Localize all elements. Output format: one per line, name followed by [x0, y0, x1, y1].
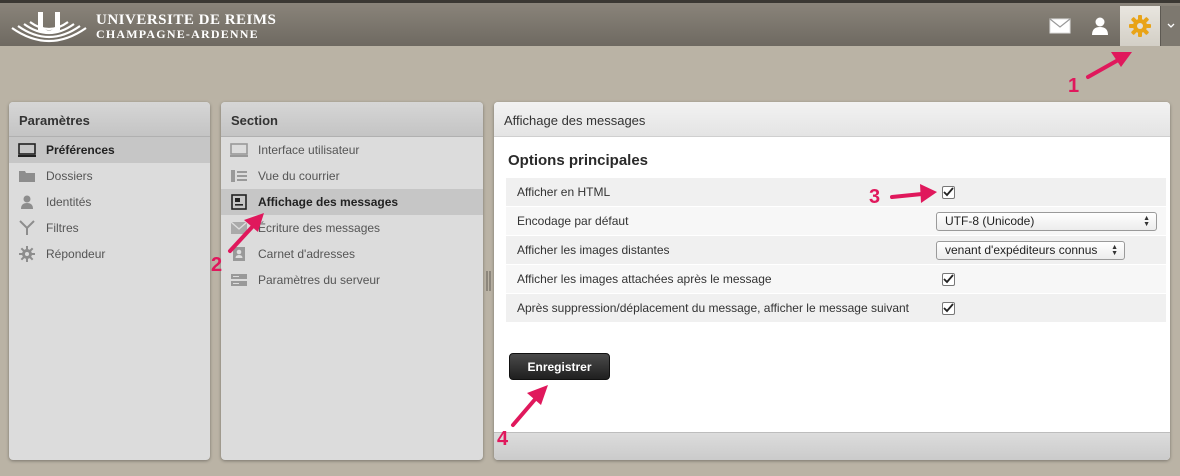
- callout-2: 2: [211, 254, 223, 276]
- annotation-arrowhead-1: [1111, 52, 1132, 67]
- folder-icon: [18, 168, 36, 184]
- checkmark-icon: [943, 187, 954, 197]
- callout-4: 4: [497, 428, 509, 450]
- option-row-next-message: Après suppression/déplacement du message…: [506, 294, 1166, 323]
- person-icon: [18, 194, 36, 210]
- remote-images-select-value: venant d'expéditeurs connus: [945, 243, 1098, 257]
- chevron-down-icon: [1167, 23, 1174, 28]
- option-row-html: Afficher en HTML: [506, 178, 1166, 207]
- settings-item-label: Préférences: [46, 143, 115, 157]
- option-checkbox-attached-images[interactable]: [942, 272, 955, 286]
- section-item-label: Carnet d'adresses: [258, 247, 356, 261]
- settings-item-label: Répondeur: [46, 247, 106, 261]
- content-panel-title: Affichage des messages: [494, 102, 1170, 137]
- settings-item-responder[interactable]: Répondeur: [9, 241, 210, 267]
- option-label: Encodage par défaut: [517, 214, 629, 228]
- content-panel-footer: [494, 432, 1170, 460]
- settings-panel: Paramètres Préférences Dossiers Identité…: [9, 102, 210, 460]
- section-item-label: Affichage des messages: [258, 195, 399, 209]
- section-item-label: Interface utilisateur: [258, 143, 360, 157]
- header-menu-button[interactable]: [1160, 6, 1180, 46]
- option-checkbox-html[interactable]: [942, 185, 955, 199]
- section-item-label: Paramètres du serveur: [258, 273, 381, 287]
- option-row-encoding: Encodage par défaut UTF-8 (Unicode) ▲ ▼: [506, 207, 1166, 236]
- brand-line-1: UNIVERSITE DE REIMS: [96, 12, 277, 28]
- user-button[interactable]: [1080, 6, 1120, 46]
- address-book-icon: [230, 246, 248, 262]
- callout-3: 3: [869, 186, 881, 208]
- settings-button[interactable]: [1120, 6, 1160, 46]
- brand-line-2: CHAMPAGNE-ARDENNE: [96, 27, 259, 41]
- content-panel: Affichage des messages Options principal…: [494, 102, 1170, 460]
- panel-splitter-handle[interactable]: [486, 271, 492, 291]
- section-panel: Section Interface utilisateur Vue du cou…: [221, 102, 483, 460]
- top-bar: UNIVERSITE DE REIMS CHAMPAGNE-ARDENNE: [0, 0, 1180, 46]
- university-logo: [11, 12, 87, 43]
- server-icon: [230, 272, 248, 288]
- select-arrows-icon: ▲ ▼: [1111, 243, 1118, 257]
- user-icon: [1092, 17, 1108, 35]
- settings-item-label: Identités: [46, 195, 92, 209]
- settings-panel-title: Paramètres: [9, 102, 210, 137]
- settings-item-preferences[interactable]: Préférences: [9, 137, 210, 163]
- gear-icon: [1129, 15, 1151, 37]
- checkmark-icon: [943, 303, 954, 313]
- options-list: Afficher en HTML Encodage par défaut UTF…: [506, 178, 1166, 323]
- section-item-mail-view[interactable]: Vue du courrier: [221, 163, 483, 189]
- checkmark-icon: [943, 274, 954, 284]
- settings-item-label: Filtres: [46, 221, 79, 235]
- annotation-arrow-1: [1086, 57, 1122, 79]
- encoding-select-value: UTF-8 (Unicode): [945, 214, 1035, 228]
- mail-icon: [1049, 18, 1071, 34]
- callout-1: 1: [1068, 75, 1080, 97]
- section-panel-title: Section: [221, 102, 483, 137]
- list-icon: [230, 168, 248, 184]
- option-label: Après suppression/déplacement du message…: [517, 301, 909, 315]
- monitor-icon: [18, 142, 36, 158]
- settings-item-folders[interactable]: Dossiers: [9, 163, 210, 189]
- encoding-select[interactable]: UTF-8 (Unicode) ▲ ▼: [936, 211, 1157, 231]
- filter-icon: [18, 220, 36, 236]
- section-item-user-interface[interactable]: Interface utilisateur: [221, 137, 483, 163]
- gear-icon: [18, 246, 36, 262]
- settings-item-label: Dossiers: [46, 169, 93, 183]
- option-row-remote-images: Afficher les images distantes venant d'e…: [506, 236, 1166, 265]
- section-item-message-display[interactable]: Affichage des messages: [221, 189, 483, 215]
- option-label: Afficher les images attachées après le m…: [517, 272, 772, 286]
- section-item-label: Écriture des messages: [258, 221, 381, 235]
- message-icon: [230, 194, 248, 210]
- settings-item-filters[interactable]: Filtres: [9, 215, 210, 241]
- option-label: Afficher les images distantes: [517, 243, 670, 257]
- section-item-address-book[interactable]: Carnet d'adresses: [221, 241, 483, 267]
- section-item-message-compose[interactable]: Écriture des messages: [221, 215, 483, 241]
- option-checkbox-next-message[interactable]: [942, 301, 955, 315]
- envelope-icon: [230, 220, 248, 236]
- options-section-title: Options principales: [508, 152, 649, 169]
- section-item-server-settings[interactable]: Paramètres du serveur: [221, 267, 483, 293]
- brand-name: UNIVERSITE DE REIMS CHAMPAGNE-ARDENNE: [96, 12, 277, 42]
- remote-images-select[interactable]: venant d'expéditeurs connus ▲ ▼: [936, 240, 1125, 260]
- select-arrows-icon: ▲ ▼: [1143, 214, 1150, 228]
- settings-item-identities[interactable]: Identités: [9, 189, 210, 215]
- save-button[interactable]: Enregistrer: [509, 353, 610, 380]
- section-item-label: Vue du courrier: [258, 169, 340, 183]
- mail-button[interactable]: [1040, 6, 1080, 46]
- monitor-icon: [230, 142, 248, 158]
- option-row-attached-images: Afficher les images attachées après le m…: [506, 265, 1166, 294]
